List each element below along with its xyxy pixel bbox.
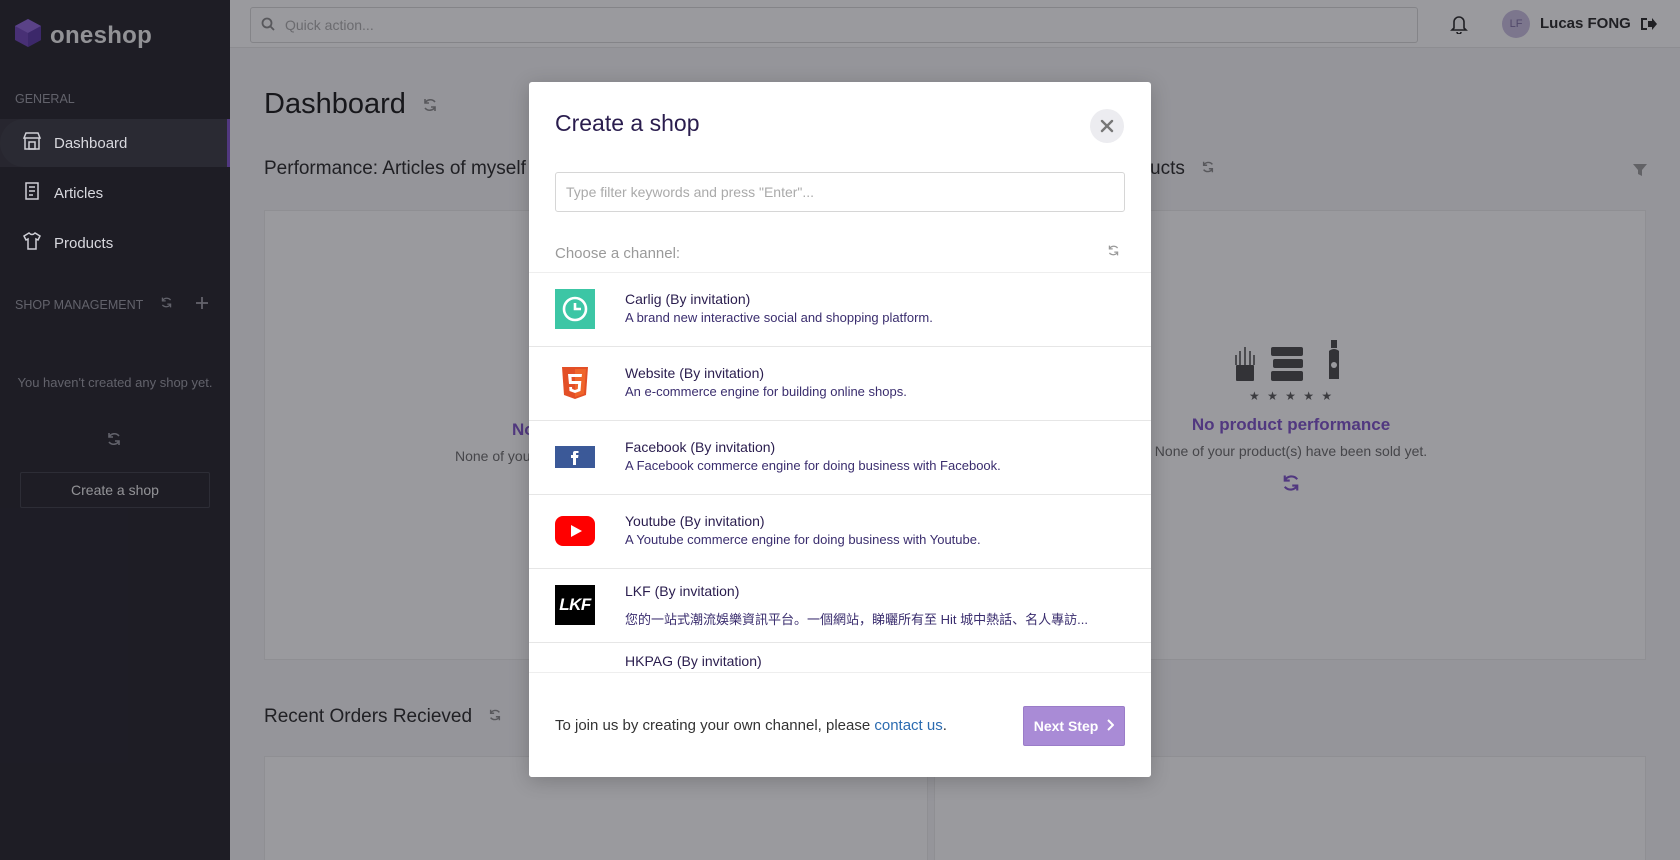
close-button[interactable] [1090,109,1124,143]
document-icon [22,181,42,205]
contact-us-link[interactable]: contact us [874,717,942,734]
channel-item-carlig[interactable]: Carlig (By invitation) A brand new inter… [529,273,1151,347]
channel-name: Youtube (By invitation) [625,513,765,529]
channel-description: 您的一站式潮流娛樂資訊平台。一個網站，睇曬所有至 Hit 城中熱話、名人專訪..… [625,612,1088,627]
youtube-icon [555,511,595,551]
modal-footer: To join us by creating your own channel,… [529,672,1151,777]
sidebar-item-label: Products [54,234,114,252]
channel-item-lkf[interactable]: LKF LKF (By invitation) 您的一站式潮流娛樂資訊平台。一個… [529,569,1151,643]
channel-name: HKPAG (By invitation) [625,653,762,669]
channel-description: An e-commerce engine for building online… [625,384,907,399]
channel-list[interactable]: Carlig (By invitation) A brand new inter… [529,272,1151,672]
channel-filter-input[interactable]: Type filter keywords and press "Enter"..… [555,172,1125,212]
choose-channel-label: Choose a channel: [555,245,681,262]
create-shop-modal: Create a shop Type filter keywords and p… [529,82,1151,777]
channel-item-hkpag[interactable]: HKPAG (By invitation) [529,643,1151,672]
next-step-button[interactable]: Next Step [1023,706,1125,746]
footer-text: To join us by creating your own channel,… [555,717,947,734]
hkpag-icon [555,659,595,672]
footer-text-end: . [942,717,947,734]
sidebar-item-label: Dashboard [54,134,128,152]
modal-title: Create a shop [555,110,700,136]
html5-icon [555,363,595,403]
channel-description: A Youtube commerce engine for doing busi… [625,532,981,547]
channel-name: LKF (By invitation) [625,583,740,599]
shirt-icon [22,231,42,255]
lkf-icon: LKF [555,585,595,625]
carlig-icon [555,289,595,329]
footer-text-main: To join us by creating your own channel,… [555,717,875,734]
channel-description: A brand new interactive social and shopp… [625,310,933,325]
next-step-label: Next Step [1033,718,1099,734]
channel-item-website[interactable]: Website (By invitation) An e-commerce en… [529,347,1151,421]
store-icon [22,131,42,155]
facebook-icon [555,437,595,477]
chevron-right-icon [1106,718,1115,734]
channel-name: Website (By invitation) [625,365,765,381]
sidebar-item-label: Articles [54,184,104,202]
channel-item-facebook[interactable]: Facebook (By invitation) A Facebook comm… [529,421,1151,495]
channel-name: Facebook (By invitation) [625,439,776,455]
channel-name: Carlig (By invitation) [625,291,751,307]
channel-description: A Facebook commerce engine for doing bus… [625,458,1001,473]
channel-item-youtube[interactable]: Youtube (By invitation) A Youtube commer… [529,495,1151,569]
close-icon [1100,113,1114,139]
refresh-icon[interactable] [1107,244,1120,262]
